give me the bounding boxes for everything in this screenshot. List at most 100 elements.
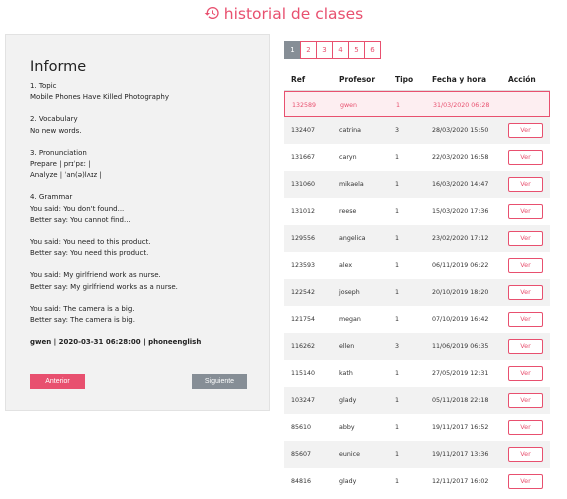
cell-profesor: megan (339, 316, 361, 323)
table-row[interactable]: 85607 eunice 1 19/11/2017 13:36 Ver (284, 441, 550, 468)
cell-profesor: angelica (339, 235, 366, 242)
cell-fecha: 19/11/2017 16:52 (432, 424, 489, 431)
cell-tipo: 1 (395, 451, 400, 458)
previous-button[interactable]: Anterior (30, 374, 85, 389)
cell-tipo: 1 (395, 154, 400, 161)
cell-fecha: 20/10/2019 18:20 (432, 289, 489, 296)
cell-ref: 122542 (291, 289, 316, 296)
table-row[interactable]: 131012 reese 1 15/03/2020 17:36 Ver (284, 198, 550, 225)
page-header: historial de clases (0, 4, 567, 26)
cell-fecha: 28/03/2020 15:50 (432, 127, 489, 134)
view-button[interactable]: Ver (508, 231, 543, 246)
view-button[interactable]: Ver (508, 339, 543, 354)
cell-profesor: mikaela (339, 181, 364, 188)
cell-tipo: 3 (395, 343, 400, 350)
report-line: 1. Topic (30, 82, 57, 90)
cell-ref: 131667 (291, 154, 316, 161)
view-button[interactable]: Ver (508, 285, 543, 300)
page-3-button[interactable]: 3 (316, 41, 333, 59)
cell-tipo: 1 (396, 102, 401, 109)
table-row[interactable]: 103247 glady 1 05/11/2018 22:18 Ver (284, 387, 550, 414)
page-2-button[interactable]: 2 (300, 41, 317, 59)
page-5-button[interactable]: 5 (348, 41, 365, 59)
view-button[interactable]: Ver (508, 258, 543, 273)
view-button[interactable]: Ver (508, 366, 543, 381)
cell-ref: 132407 (291, 127, 316, 134)
cell-profesor: joseph (339, 289, 360, 296)
cell-profesor: glady (339, 478, 357, 485)
cell-tipo: 1 (395, 235, 400, 242)
table-row[interactable]: 84816 glady 1 12/11/2017 16:02 Ver (284, 468, 550, 495)
page-4-button[interactable]: 4 (332, 41, 349, 59)
cell-fecha: 23/02/2020 17:12 (432, 235, 489, 242)
cell-ref: 103247 (291, 397, 316, 404)
cell-profesor: glady (339, 397, 357, 404)
cell-tipo: 1 (395, 370, 400, 377)
next-button[interactable]: Siguiente (192, 374, 247, 389)
page-1-button[interactable]: 1 (284, 41, 301, 59)
cell-profesor: kath (339, 370, 353, 377)
view-button[interactable]: Ver (508, 123, 543, 138)
cell-tipo: 1 (395, 397, 400, 404)
view-button[interactable]: Ver (508, 420, 543, 435)
cell-ref: 84816 (291, 478, 312, 485)
view-button[interactable]: Ver (508, 393, 543, 408)
page-6-button[interactable]: 6 (364, 41, 381, 59)
table-header: Ref Profesor Tipo Fecha y hora Acción (284, 68, 550, 91)
report-footer: gwen | 2020-03-31 06:28:00 | phoneenglis… (30, 338, 202, 347)
table-row[interactable]: 116262 ellen 3 11/06/2019 06:35 Ver (284, 333, 550, 360)
table-row[interactable]: 122542 joseph 1 20/10/2019 18:20 Ver (284, 279, 550, 306)
cell-tipo: 1 (395, 262, 400, 269)
report-panel: Informe 1. Topic Mobile Phones Have Kille… (5, 34, 270, 411)
table-row-selected[interactable]: 132589 gwen 1 31/03/2020 06:28 (284, 91, 550, 117)
view-button[interactable]: Ver (508, 177, 543, 192)
report-line: You said: You need to this product. (30, 238, 151, 247)
cell-profesor: caryn (339, 154, 357, 161)
table-row[interactable]: 85610 abby 1 19/11/2017 16:52 Ver (284, 414, 550, 441)
cell-ref: 131012 (291, 208, 316, 215)
table-row[interactable]: 121754 megan 1 07/10/2019 16:42 Ver (284, 306, 550, 333)
report-line: 2. Vocabulary (30, 115, 78, 124)
view-button[interactable]: Ver (508, 312, 543, 327)
cell-tipo: 1 (395, 208, 400, 215)
table-row[interactable]: 123593 alex 1 06/11/2019 06:22 Ver (284, 252, 550, 279)
cell-ref: 85610 (291, 424, 312, 431)
table-row[interactable]: 115140 kath 1 27/05/2019 12:31 Ver (284, 360, 550, 387)
cell-fecha: 31/03/2020 06:28 (433, 102, 490, 109)
view-button[interactable]: Ver (508, 447, 543, 462)
table-row[interactable]: 131060 mikaela 1 16/03/2020 14:47 Ver (284, 171, 550, 198)
report-body: 1. Topic Mobile Phones Have Killed Photog… (30, 81, 262, 348)
page-title: historial de clases (223, 5, 364, 23)
cell-ref: 116262 (291, 343, 316, 350)
cell-fecha: 06/11/2019 06:22 (432, 262, 489, 269)
cell-tipo: 1 (395, 289, 400, 296)
cell-ref: 123593 (291, 262, 316, 269)
cell-ref: 121754 (291, 316, 316, 323)
report-line: Better say: You need this product. (30, 249, 149, 258)
classes-table: Ref Profesor Tipo Fecha y hora Acción 13… (284, 68, 550, 495)
cell-ref: 115140 (291, 370, 316, 377)
report-line: Better say: My girlfriend works as a nur… (30, 282, 178, 291)
table-row[interactable]: 129556 angelica 1 23/02/2020 17:12 Ver (284, 225, 550, 252)
cell-tipo: 1 (395, 181, 400, 188)
report-title: Informe (30, 59, 87, 75)
cell-fecha: 05/11/2018 22:18 (432, 397, 489, 404)
view-button[interactable]: Ver (508, 150, 543, 165)
cell-profesor: eunice (339, 451, 360, 458)
view-button[interactable]: Ver (508, 204, 543, 219)
table-body: 132589 gwen 1 31/03/2020 06:28 132407 catrina… (284, 91, 550, 495)
cell-tipo: 1 (395, 316, 400, 323)
view-button[interactable]: Ver (508, 474, 543, 489)
table-row[interactable]: 132407 catrina 3 28/03/2020 15:50 Ver (284, 117, 550, 144)
report-line: You said: You don't found... (30, 204, 125, 213)
column-accion: Acción (508, 75, 536, 84)
report-line: You said: The camera is a big. (30, 304, 135, 313)
cell-ref: 132589 (292, 102, 317, 109)
table-row[interactable]: 131667 caryn 1 22/03/2020 16:58 Ver (284, 144, 550, 171)
report-line: No new words. (30, 126, 82, 135)
